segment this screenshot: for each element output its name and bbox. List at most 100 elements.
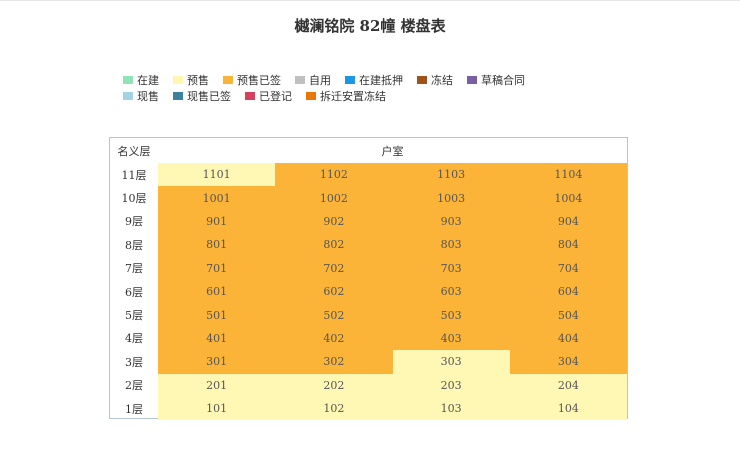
unit-cell[interactable]: 102 xyxy=(275,396,393,421)
unit-cell[interactable]: 404 xyxy=(509,326,627,351)
unit-cell[interactable]: 603 xyxy=(392,279,510,304)
legend-item: 已登记 xyxy=(245,88,292,104)
unit-cell[interactable]: 1103 xyxy=(392,163,510,187)
legend-item: 草稿合同 xyxy=(467,72,525,88)
unit-cell[interactable]: 403 xyxy=(392,326,510,351)
unit-cell[interactable]: 703 xyxy=(392,256,510,280)
table-row: 7层 701 702 703 704 xyxy=(110,256,627,280)
legend-item: 现售已签 xyxy=(173,88,231,104)
unit-cell[interactable]: 904 xyxy=(509,209,627,234)
unit-cell[interactable]: 1102 xyxy=(275,163,393,187)
legend-label: 预售 xyxy=(187,74,209,87)
legend-swatch xyxy=(345,76,355,84)
unit-cell[interactable]: 301 xyxy=(158,350,276,374)
table-row: 11层 1101 1102 1103 1104 xyxy=(110,163,627,187)
legend-item: 预售 xyxy=(173,72,209,88)
floor-label: 2层 xyxy=(125,379,143,393)
unit-cell[interactable]: 803 xyxy=(392,233,510,257)
legend-swatch xyxy=(417,76,427,84)
legend-label: 自用 xyxy=(309,74,331,87)
floor-label: 5层 xyxy=(125,309,143,323)
legend-swatch xyxy=(173,76,183,84)
unit-cell[interactable]: 503 xyxy=(392,303,510,327)
legend-row: 现售 现售已签 已登记 拆迁安置冻结 xyxy=(123,88,643,104)
legend-item: 预售已签 xyxy=(223,72,281,88)
unit-cell[interactable]: 604 xyxy=(509,279,627,304)
unit-cell[interactable]: 103 xyxy=(392,396,510,421)
unit-cell[interactable]: 702 xyxy=(275,256,393,280)
table-row: 6层 601 602 603 604 xyxy=(110,279,627,304)
legend-item: 在建 xyxy=(123,72,159,88)
unit-cell[interactable]: 602 xyxy=(275,279,393,304)
legend-swatch xyxy=(306,92,316,100)
floor-label: 7层 xyxy=(125,262,143,276)
unit-cell[interactable]: 302 xyxy=(275,350,393,374)
page-title: 樾澜铭院 82幢 楼盘表 xyxy=(294,17,446,35)
unit-cell[interactable]: 1101 xyxy=(158,163,276,187)
legend-swatch xyxy=(245,92,255,100)
unit-cell[interactable]: 402 xyxy=(275,326,393,351)
unit-cell[interactable]: 303 xyxy=(392,350,510,374)
legend-label: 已登记 xyxy=(259,90,292,103)
unit-cell[interactable]: 1104 xyxy=(509,163,627,187)
unit-cell[interactable]: 502 xyxy=(275,303,393,327)
unit-cell[interactable]: 601 xyxy=(158,279,276,304)
legend-label: 现售 xyxy=(137,90,159,103)
unit-cell[interactable]: 1004 xyxy=(509,186,627,210)
unit-cell[interactable]: 504 xyxy=(509,303,627,327)
building-unit-table: 名义层 户室 11层 1101 1102 1103 1104 10层 1001 1002 100… xyxy=(110,138,627,421)
floor-label: 4层 xyxy=(125,332,143,346)
unit-cell[interactable]: 801 xyxy=(158,233,276,257)
unit-cell[interactable]: 1001 xyxy=(158,186,276,210)
table-header-row: 名义层 户室 xyxy=(110,138,627,163)
legend-label: 拆迁安置冻结 xyxy=(320,90,386,103)
unit-cell[interactable]: 802 xyxy=(275,233,393,257)
legend-item: 冻结 xyxy=(417,72,453,88)
table-row: 9层 901 902 903 904 xyxy=(110,209,627,234)
legend-item: 现售 xyxy=(123,88,159,104)
legend-label: 草稿合同 xyxy=(481,74,525,87)
floor-column-header: 名义层 xyxy=(117,144,151,158)
unit-cell[interactable]: 901 xyxy=(158,209,276,234)
table-row: 2层 201 202 203 204 xyxy=(110,373,627,397)
legend-swatch xyxy=(123,76,133,84)
table-row: 5层 501 502 503 504 xyxy=(110,303,627,327)
table-row: 8层 801 802 803 804 xyxy=(110,233,627,257)
legend-label: 预售已签 xyxy=(237,74,281,87)
legend-row: 在建 预售 预售已签 自用 在建抵押 冻结 草稿合同 xyxy=(123,72,643,88)
legend-item: 自用 xyxy=(295,72,331,88)
legend-item: 拆迁安置冻结 xyxy=(306,88,386,104)
unit-cell[interactable]: 201 xyxy=(158,373,276,397)
legend-label: 在建抵押 xyxy=(359,74,403,87)
floor-label: 9层 xyxy=(125,215,143,229)
unit-cell[interactable]: 1003 xyxy=(392,186,510,210)
unit-cell[interactable]: 902 xyxy=(275,209,393,234)
table-row: 3层 301 302 303 304 xyxy=(110,350,627,374)
unit-cell[interactable]: 704 xyxy=(509,256,627,280)
unit-cell[interactable]: 203 xyxy=(392,373,510,397)
unit-cell[interactable]: 204 xyxy=(509,373,627,397)
legend-item: 在建抵押 xyxy=(345,72,403,88)
unit-cell[interactable]: 701 xyxy=(158,256,276,280)
unit-cell[interactable]: 1002 xyxy=(275,186,393,210)
table-row: 10层 1001 1002 1003 1004 xyxy=(110,186,627,210)
legend-swatch xyxy=(467,76,477,84)
unit-cell[interactable]: 104 xyxy=(509,396,627,421)
floor-label: 3层 xyxy=(125,355,143,369)
unit-cell[interactable]: 401 xyxy=(158,326,276,351)
legend-swatch xyxy=(123,92,133,100)
legend-label: 在建 xyxy=(137,74,159,87)
legend-swatch xyxy=(223,76,233,84)
unit-cell[interactable]: 101 xyxy=(158,396,276,421)
table-row: 1层 101 102 103 104 xyxy=(110,396,627,421)
unit-cell[interactable]: 903 xyxy=(392,209,510,234)
unit-cell[interactable]: 804 xyxy=(509,233,627,257)
unit-cell[interactable]: 304 xyxy=(509,350,627,374)
legend-swatch xyxy=(173,92,183,100)
unit-column-header: 户室 xyxy=(381,144,404,158)
unit-cell[interactable]: 202 xyxy=(275,373,393,397)
unit-cell[interactable]: 501 xyxy=(158,303,276,327)
table-row: 4层 401 402 403 404 xyxy=(110,326,627,351)
floor-label: 10层 xyxy=(121,192,147,206)
top-divider xyxy=(0,0,740,1)
